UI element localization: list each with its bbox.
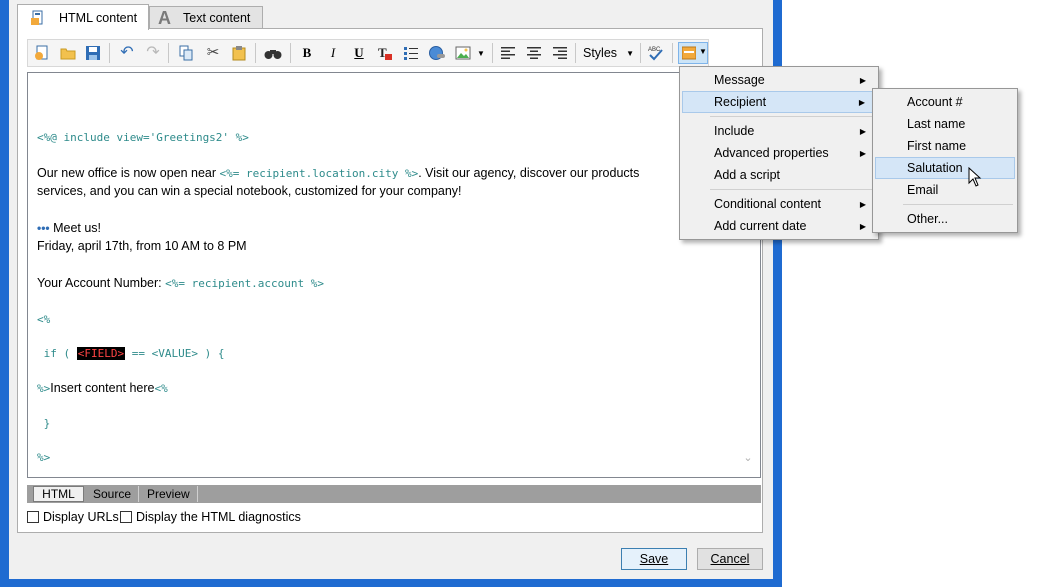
- paragraph-line-1: Our new office is now open near <%= reci…: [37, 166, 640, 180]
- scroll-down-icon[interactable]: ⌄: [741, 450, 755, 464]
- chevron-right-icon: ▶: [859, 75, 866, 85]
- underline-button[interactable]: U: [348, 42, 370, 64]
- submenu-item-account[interactable]: Account #: [875, 91, 1015, 113]
- submenu-item-first-name[interactable]: First name: [875, 135, 1015, 157]
- cut-icon[interactable]: ✂: [202, 42, 224, 64]
- styles-dropdown[interactable]: Styles ▼: [578, 42, 637, 64]
- tab-preview[interactable]: Preview: [140, 486, 198, 502]
- menu-item-add-current-date[interactable]: Add current date ▶: [682, 215, 876, 237]
- account-line: Your Account Number: <%= recipient.accou…: [37, 276, 325, 290]
- new-document-icon[interactable]: [31, 42, 53, 64]
- insert-content-line: %>Insert content here<%: [37, 381, 168, 395]
- meet-line: ••• Meet us!: [37, 221, 102, 235]
- chevron-right-icon: ▶: [858, 97, 865, 107]
- menu-item-recipient[interactable]: Recipient ▶: [682, 91, 876, 113]
- display-diagnostics-checkbox[interactable]: [120, 511, 132, 523]
- brace-line: }: [37, 417, 51, 430]
- personalization-field-button[interactable]: ▼: [678, 42, 708, 64]
- bullet-list-icon[interactable]: [400, 42, 422, 64]
- submenu-item-email[interactable]: Email: [875, 179, 1015, 201]
- paragraph-line-2: services, and you can win a special note…: [37, 184, 462, 198]
- include-line: <%@ include view='Greetings2' %>: [37, 131, 249, 144]
- cancel-button[interactable]: Cancel: [697, 548, 763, 570]
- tab-html[interactable]: HTML: [33, 486, 84, 502]
- chevron-right-icon: ▶: [859, 148, 866, 158]
- tab-source[interactable]: Source: [86, 486, 140, 502]
- text-color-icon[interactable]: T: [374, 42, 396, 64]
- styles-label: Styles: [583, 46, 618, 60]
- menu-item-advanced-properties[interactable]: Advanced properties ▶: [682, 142, 876, 164]
- open-folder-icon[interactable]: [57, 42, 79, 64]
- italic-button[interactable]: I: [322, 42, 344, 64]
- menu-item-conditional-content[interactable]: Conditional content ▶: [682, 193, 876, 215]
- align-center-icon[interactable]: [523, 42, 545, 64]
- spellcheck-icon[interactable]: ABC: [645, 42, 667, 64]
- mouse-cursor-icon: [968, 166, 982, 190]
- date-line: Friday, april 17th, from 10 AM to 8 PM: [37, 239, 247, 253]
- menu-item-add-script[interactable]: Add a script: [682, 164, 876, 186]
- save-button[interactable]: Save: [621, 548, 687, 570]
- dots-icon: •••: [37, 221, 50, 235]
- text-a-icon: A: [158, 7, 171, 28]
- copy-icon[interactable]: [175, 42, 197, 64]
- field-placeholder[interactable]: <FIELD>: [76, 347, 126, 360]
- chevron-down-icon: ▼: [699, 47, 707, 56]
- tab-label: Text content: [183, 11, 251, 25]
- chevron-right-icon: ▶: [859, 221, 866, 231]
- chevron-right-icon: ▶: [859, 199, 866, 209]
- window-frame-bottom: [0, 579, 782, 587]
- display-urls-label: Display URLs: [43, 510, 119, 524]
- tab-label: HTML content: [59, 10, 138, 25]
- tab-text-content[interactable]: A Text content: [149, 6, 263, 29]
- insert-image-icon[interactable]: [452, 42, 474, 64]
- redo-icon[interactable]: ↷: [142, 42, 164, 64]
- close-tag-line: %>: [37, 451, 51, 464]
- chevron-down-icon: ▼: [626, 48, 634, 58]
- save-disk-icon[interactable]: [82, 42, 104, 64]
- find-binoculars-icon[interactable]: [262, 42, 284, 64]
- display-urls-checkbox[interactable]: [27, 511, 39, 523]
- align-left-icon[interactable]: [497, 42, 519, 64]
- undo-icon[interactable]: ↶: [116, 42, 138, 64]
- if-line: if ( <FIELD> == <VALUE> ) {: [37, 347, 225, 360]
- menu-item-message[interactable]: Message ▶: [682, 69, 876, 91]
- hyperlink-globe-icon[interactable]: [426, 42, 448, 64]
- image-dropdown-icon[interactable]: ▼: [474, 42, 488, 64]
- align-right-icon[interactable]: [549, 42, 571, 64]
- recipient-submenu: Account # Last name First name Salutatio…: [872, 88, 1018, 233]
- chevron-right-icon: ▶: [859, 126, 866, 136]
- html-page-icon: [30, 10, 46, 26]
- paste-icon[interactable]: [228, 42, 250, 64]
- insert-field-icon: [681, 46, 697, 63]
- insert-field-menu: Message ▶ Recipient ▶ Include ▶ Advanced pr…: [679, 66, 879, 240]
- window-frame-left: [0, 0, 9, 587]
- submenu-item-salutation[interactable]: Salutation: [875, 157, 1015, 179]
- display-diagnostics-label: Display the HTML diagnostics: [136, 510, 301, 524]
- submenu-item-other[interactable]: Other...: [875, 208, 1015, 230]
- submenu-item-last-name[interactable]: Last name: [875, 113, 1015, 135]
- menu-item-include[interactable]: Include ▶: [682, 120, 876, 142]
- tab-html-content[interactable]: HTML content: [17, 4, 149, 30]
- open-tag-line: <%: [37, 313, 51, 326]
- bold-button[interactable]: B: [296, 42, 318, 64]
